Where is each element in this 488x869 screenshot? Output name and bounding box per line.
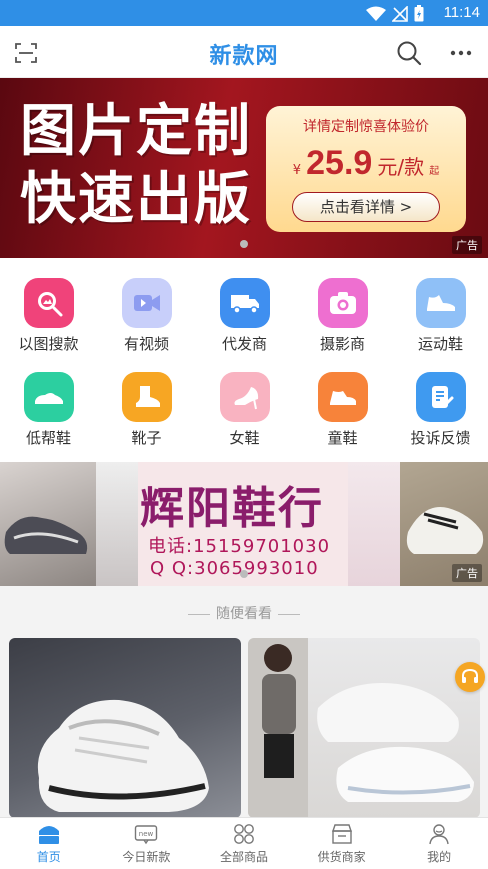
banner-unit: 元/款 bbox=[377, 155, 425, 179]
category-label: 靴子 bbox=[131, 429, 162, 447]
banner-qi: 起 bbox=[429, 166, 440, 177]
banner-details-button[interactable]: 点击看详情 > bbox=[292, 192, 440, 222]
low-shoe-icon bbox=[24, 372, 74, 422]
high-heel-icon bbox=[220, 372, 270, 422]
battery-icon bbox=[414, 5, 424, 22]
banner-headline-1: 图片定制 bbox=[20, 99, 252, 164]
category-label: 童鞋 bbox=[327, 429, 358, 447]
tab-home[interactable]: 首页 bbox=[0, 818, 98, 869]
status-bar: 11:14 bbox=[0, 0, 488, 26]
carousel-dot bbox=[240, 570, 248, 578]
svg-text:new: new bbox=[139, 830, 154, 838]
home-icon bbox=[38, 826, 59, 844]
carousel-dot bbox=[240, 240, 248, 248]
product-card[interactable] bbox=[9, 638, 241, 818]
tab-label: 今日新款 bbox=[122, 850, 171, 864]
status-icons bbox=[366, 5, 424, 22]
ad-label: 广告 bbox=[452, 236, 482, 254]
category-photography[interactable]: 摄影商 bbox=[294, 258, 391, 353]
category-label: 代发商 bbox=[221, 335, 267, 353]
model-photo bbox=[348, 462, 400, 586]
category-image-search[interactable]: 以图搜款 bbox=[0, 258, 97, 353]
shop-ad-banner[interactable]: 辉阳鞋行 电话:15159701030 Q Q:3065993010 广告 bbox=[0, 462, 488, 586]
boot-icon bbox=[122, 372, 172, 422]
tab-label: 首页 bbox=[36, 850, 61, 864]
banner-currency: ¥ bbox=[292, 163, 302, 178]
category-womens[interactable]: 女鞋 bbox=[196, 352, 293, 447]
category-low-top[interactable]: 低帮鞋 bbox=[0, 352, 97, 447]
tab-label: 全部商品 bbox=[219, 850, 268, 864]
search-icon[interactable] bbox=[396, 40, 422, 66]
category-label: 投诉反馈 bbox=[410, 429, 471, 447]
category-label: 以图搜款 bbox=[18, 335, 79, 353]
grid-circles-icon bbox=[234, 824, 254, 844]
shoe-photo bbox=[0, 462, 96, 586]
tab-mine[interactable]: 我的 bbox=[390, 818, 488, 869]
store-icon bbox=[331, 824, 352, 844]
no-signal-icon bbox=[392, 5, 408, 22]
feedback-icon bbox=[416, 372, 466, 422]
shop-qq: Q Q:3065993010 bbox=[150, 558, 319, 579]
category-label: 低帮鞋 bbox=[25, 429, 71, 447]
sneaker-icon bbox=[416, 278, 466, 328]
tab-label: 供货商家 bbox=[317, 850, 366, 864]
more-icon[interactable] bbox=[448, 40, 474, 66]
banner-card-subtitle: 详情定制惊喜体验价 bbox=[303, 119, 429, 135]
banner-price: 25.9 bbox=[306, 144, 373, 182]
camera-icon bbox=[318, 278, 368, 328]
promo-banner[interactable]: 图片定制 快速出版 详情定制惊喜体验价 ¥ 25.9 元/款 起 点击看详情 >… bbox=[0, 78, 488, 258]
tab-label: 我的 bbox=[427, 850, 452, 864]
category-grid: 以图搜款 有视频 代发商 摄影商 运动鞋 低帮鞋 靴子 女鞋 童鞋 投诉反馈 bbox=[0, 258, 488, 462]
category-feedback[interactable]: 投诉反馈 bbox=[392, 352, 488, 447]
category-video[interactable]: 有视频 bbox=[98, 258, 195, 353]
category-label: 有视频 bbox=[123, 335, 169, 353]
customer-service-icon[interactable] bbox=[455, 662, 485, 692]
shop-name: 辉阳鞋行 bbox=[140, 483, 324, 534]
kids-shoe-icon bbox=[318, 372, 368, 422]
category-label: 女鞋 bbox=[229, 429, 260, 447]
category-sneakers[interactable]: 运动鞋 bbox=[392, 258, 488, 353]
product-card[interactable] bbox=[248, 638, 480, 818]
tab-suppliers[interactable]: 供货商家 bbox=[293, 818, 391, 869]
category-kids[interactable]: 童鞋 bbox=[294, 352, 391, 447]
category-label: 运动鞋 bbox=[417, 335, 463, 353]
model-photo bbox=[96, 462, 138, 586]
tab-new-today[interactable]: new 今日新款 bbox=[98, 818, 196, 869]
section-title: 随便看看 bbox=[0, 603, 488, 623]
status-time: 11:14 bbox=[443, 4, 480, 21]
video-icon bbox=[122, 278, 172, 328]
product-image bbox=[37, 699, 209, 812]
category-label: 摄影商 bbox=[319, 335, 365, 353]
product-image bbox=[248, 638, 474, 818]
image-search-icon bbox=[24, 278, 74, 328]
tab-all-products[interactable]: 全部商品 bbox=[195, 818, 293, 869]
app-bar: 新款网 bbox=[0, 26, 488, 78]
new-badge-icon: new bbox=[135, 825, 158, 845]
shop-phone: 电话:15159701030 bbox=[148, 536, 331, 557]
banner-headline-2: 快速出版 bbox=[20, 167, 252, 232]
profile-icon bbox=[429, 824, 449, 845]
ad-label: 广告 bbox=[452, 564, 482, 582]
banner-price-row: ¥ 25.9 元/款 起 bbox=[266, 144, 466, 183]
category-boots[interactable]: 靴子 bbox=[98, 352, 195, 447]
wifi-icon bbox=[366, 6, 386, 21]
category-dropship[interactable]: 代发商 bbox=[196, 258, 293, 353]
delivery-truck-icon bbox=[220, 278, 270, 328]
bottom-tab-bar: 首页 new 今日新款 全部商品 供货商家 我的 bbox=[0, 817, 488, 869]
banner-price-card: 详情定制惊喜体验价 ¥ 25.9 元/款 起 点击看详情 > bbox=[266, 106, 466, 232]
